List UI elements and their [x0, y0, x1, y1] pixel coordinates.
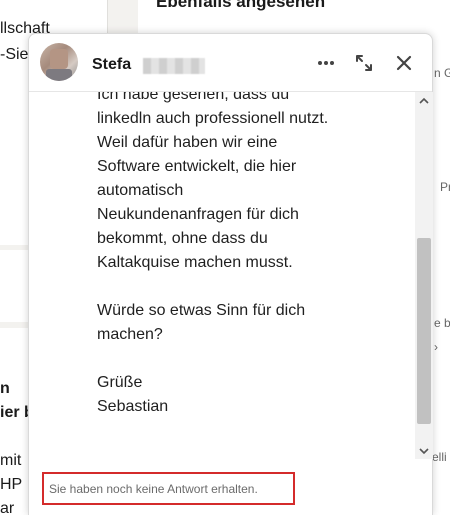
- expand-icon: [356, 55, 372, 71]
- no-reply-notice: Sie haben noch keine Antwort erhalten.: [42, 472, 295, 505]
- background-text: e be: [434, 316, 450, 330]
- background-text: HP: [0, 476, 23, 493]
- background-text: elli: [432, 450, 447, 464]
- redacted-name: [143, 58, 205, 74]
- scroll-down-button[interactable]: [415, 443, 433, 459]
- expand-button[interactable]: [351, 50, 377, 76]
- message-thread[interactable]: Ich habe gesehen, dass du linkedln auch …: [29, 92, 414, 457]
- message-body: Ich habe gesehen, dass du linkedln auch …: [97, 92, 329, 415]
- background-left-strip: [0, 250, 28, 322]
- more-options-button[interactable]: [313, 50, 339, 76]
- background-text: Pr: [440, 180, 450, 194]
- more-icon: [318, 61, 334, 65]
- close-button[interactable]: [391, 50, 417, 76]
- close-icon: [396, 55, 412, 71]
- background-text: -Sie: [0, 46, 29, 63]
- background-text: mit: [0, 452, 22, 469]
- message-window: Stefa Ich habe gesehen, dass du linkedln…: [28, 33, 433, 515]
- scroll-thumb[interactable]: [417, 238, 431, 424]
- background-text: n: [0, 380, 10, 397]
- avatar[interactable]: [40, 43, 78, 81]
- background-left-lower-card: n ier b mit HP ar: [0, 328, 34, 515]
- scroll-up-button[interactable]: [415, 92, 433, 108]
- background-heading: Ebenfalls angesehen: [156, 0, 326, 11]
- background-text: n G: [434, 66, 450, 80]
- scrollbar[interactable]: [415, 92, 433, 459]
- contact-name[interactable]: Stefa: [92, 56, 131, 74]
- message-header[interactable]: Stefa: [29, 34, 432, 92]
- chevron-icon: ›: [434, 340, 438, 354]
- chevron-down-icon: [419, 447, 429, 454]
- background-text: ar: [0, 500, 15, 515]
- chevron-up-icon: [419, 97, 429, 104]
